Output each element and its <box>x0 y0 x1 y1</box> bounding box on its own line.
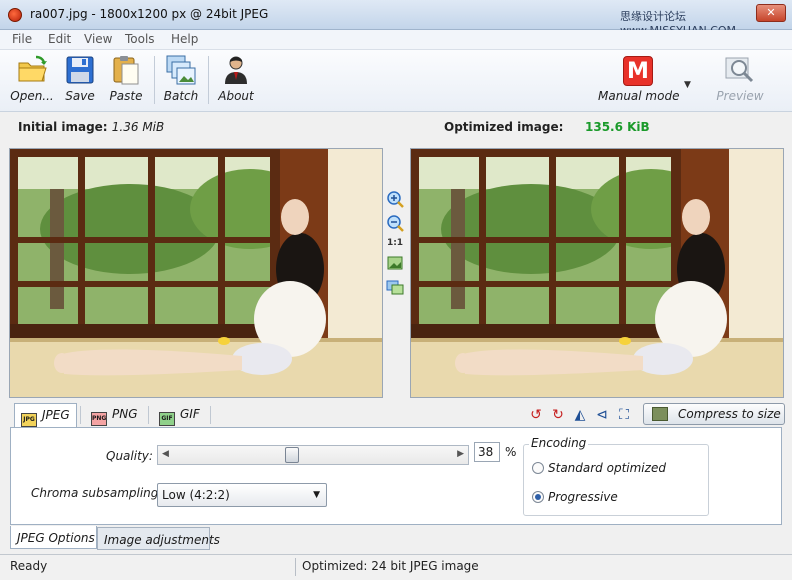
tab-separator <box>148 406 149 424</box>
flip-horizontal-icon[interactable]: ◭ <box>572 407 588 423</box>
chroma-subsampling-label: Chroma subsampling: <box>31 486 163 500</box>
save-button[interactable]: Save <box>60 52 100 108</box>
tab-gif[interactable]: GIF GIF <box>153 403 206 427</box>
tab-separator <box>210 406 211 424</box>
user-info-icon <box>225 56 247 84</box>
initial-image-size: 1.36 MiB <box>111 120 165 134</box>
crop-icon[interactable]: ⛶ <box>616 407 632 423</box>
compare-view-icon[interactable] <box>386 278 404 296</box>
compress-to-size-button[interactable]: Compress to size <box>643 403 785 425</box>
encoding-legend: Encoding <box>529 436 589 450</box>
radio-button-selected[interactable] <box>532 491 544 503</box>
tab-png[interactable]: PNG PNG <box>85 403 144 427</box>
batch-images-icon <box>166 55 196 85</box>
manual-mode-button[interactable]: M Manual mode <box>598 52 679 108</box>
format-tab-strip: JPG JPEG PNG PNG GIF GIF ↺ ↻ ◭ ⊲ ⛶ Compress… <box>10 403 785 427</box>
mode-dropdown-chevron-icon[interactable]: ▼ <box>684 80 691 90</box>
status-bar: Ready Optimized: 24 bit JPEG image <box>0 554 792 580</box>
initial-image-photo <box>10 149 382 397</box>
optimized-image-view[interactable] <box>410 148 784 398</box>
menu-edit[interactable]: Edit <box>48 32 71 46</box>
toolbar: Open... Save Paste Batch About M Manual … <box>0 50 792 112</box>
optimized-image-size: 135.6 KiB <box>585 120 650 134</box>
zoom-controls: 1:1 <box>384 190 406 302</box>
window-title: ra007.jpg - 1800x1200 px @ 24bit JPEG <box>30 7 269 21</box>
about-button[interactable]: About <box>214 52 258 108</box>
quality-slider[interactable]: ◀ ▶ <box>157 445 469 465</box>
jpeg-options-panel: Quality: ◀ ▶ 38 % Chroma subsampling: Lo… <box>10 427 782 525</box>
quality-slider-thumb[interactable] <box>285 447 299 463</box>
radio-button[interactable] <box>532 462 544 474</box>
close-window-button[interactable]: ✕ <box>756 4 786 22</box>
optimized-image-photo <box>411 149 783 397</box>
slider-right-arrow-icon[interactable]: ▶ <box>457 449 464 459</box>
batch-button[interactable]: Batch <box>160 52 202 108</box>
radio-standard-optimized[interactable]: Standard optimized <box>532 461 666 475</box>
tab-jpeg-options[interactable]: JPEG Options <box>10 526 97 549</box>
manual-mode-icon: M <box>623 56 653 86</box>
initial-image-view[interactable] <box>9 148 383 398</box>
tab-separator <box>80 406 81 424</box>
menu-help[interactable]: Help <box>171 32 198 46</box>
status-optimized-info: Optimized: 24 bit JPEG image <box>302 559 479 573</box>
radio-progressive[interactable]: Progressive <box>532 490 618 504</box>
encoding-group: Standard optimized Progressive <box>523 444 709 516</box>
quality-input[interactable]: 38 <box>474 442 500 462</box>
menu-file[interactable]: File <box>12 32 32 46</box>
chroma-subsampling-select[interactable]: Low (4:2:2) ▼ <box>157 483 327 507</box>
floppy-disk-icon <box>66 56 94 84</box>
png-format-icon: PNG <box>91 412 107 426</box>
preview-magnifier-icon <box>725 57 754 83</box>
tab-image-adjustments[interactable]: Image adjustments <box>97 527 220 550</box>
optimized-image-label: Optimized image: <box>444 120 564 134</box>
status-ready: Ready <box>10 559 48 573</box>
slider-left-arrow-icon[interactable]: ◀ <box>162 449 169 459</box>
tab-jpeg[interactable]: JPG JPEG <box>14 403 77 427</box>
clipboard-paste-icon <box>113 56 139 85</box>
status-separator <box>295 558 296 576</box>
menu-bar: File Edit View Tools Help <box>0 30 792 50</box>
actual-size-button[interactable]: 1:1 <box>384 238 406 248</box>
rotate-right-icon[interactable]: ↻ <box>550 407 566 423</box>
zoom-out-icon[interactable] <box>386 214 404 232</box>
paste-button[interactable]: Paste <box>104 52 148 108</box>
quality-percent-label: % <box>505 445 517 459</box>
open-button[interactable]: Open... <box>8 52 56 108</box>
rotate-left-icon[interactable]: ↺ <box>528 407 544 423</box>
compress-icon <box>652 407 668 421</box>
zoom-in-icon[interactable] <box>386 190 404 208</box>
open-folder-icon <box>18 55 47 82</box>
flip-vertical-icon[interactable]: ⊲ <box>594 407 610 423</box>
menu-view[interactable]: View <box>84 32 112 46</box>
menu-tools[interactable]: Tools <box>125 32 155 46</box>
toolbar-separator <box>208 56 209 104</box>
fit-to-window-icon[interactable] <box>386 254 404 272</box>
jpeg-format-icon: JPG <box>21 413 37 427</box>
gif-format-icon: GIF <box>159 412 175 426</box>
quality-label: Quality: <box>106 449 153 463</box>
toolbar-separator <box>154 56 155 104</box>
title-bar: ra007.jpg - 1800x1200 px @ 24bit JPEG 思缘… <box>0 0 792 37</box>
preview-button[interactable]: Preview <box>712 52 768 108</box>
app-icon <box>8 8 22 22</box>
initial-image-label: Initial image: 1.36 MiB <box>18 120 165 134</box>
chevron-down-icon: ▼ <box>313 490 320 500</box>
